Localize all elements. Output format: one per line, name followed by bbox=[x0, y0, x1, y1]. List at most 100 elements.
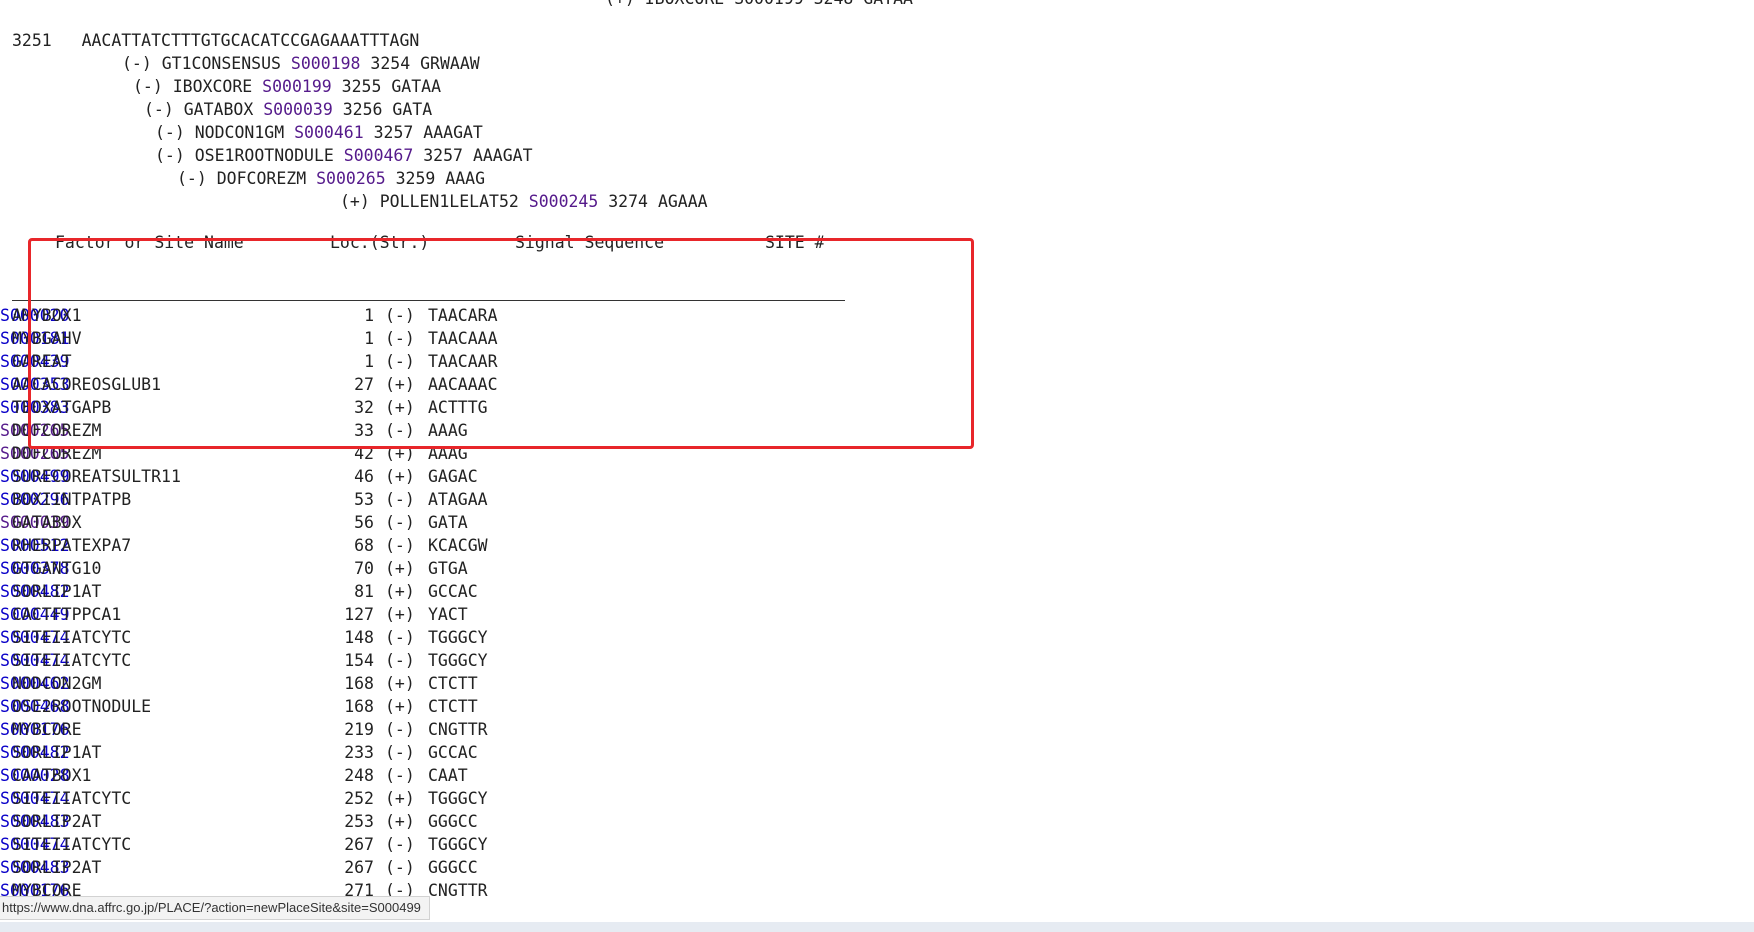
annotation-name: DOFCOREZM bbox=[216, 169, 307, 188]
factor-name: SORLIP1AT bbox=[12, 743, 102, 762]
factor-name: OSE2ROOTNODULE bbox=[12, 697, 152, 716]
factor-name: NODCON2GM bbox=[12, 674, 102, 693]
annotation-name: GT1CONSENSUS bbox=[161, 54, 281, 73]
factor-location: 46 bbox=[354, 467, 374, 486]
annotation-site-link[interactable]: S000199 bbox=[262, 77, 332, 96]
annotation-location: 3255 bbox=[341, 77, 382, 96]
annotation-location: 3259 bbox=[395, 169, 436, 188]
factor-strand: (-) bbox=[385, 628, 415, 647]
factor-strand: (+) bbox=[385, 789, 415, 808]
factor-strand: (+) bbox=[385, 467, 415, 486]
table-row: SORLIP2AT 267 (-) GGGCC S000483 bbox=[0, 858, 900, 878]
status-bar-url: https://www.dna.affrc.go.jp/PLACE/?actio… bbox=[0, 896, 430, 920]
factor-strand: (-) bbox=[385, 720, 415, 739]
factor-location: 56 bbox=[354, 513, 374, 532]
signal-sequence: TGGGCY bbox=[428, 628, 488, 647]
table-row: OSE2ROOTNODULE 168 (+) CTCTT S000468 bbox=[0, 697, 900, 717]
signal-sequence: YACT bbox=[428, 605, 468, 624]
factor-location: 168 bbox=[344, 674, 374, 693]
factor-strand: (-) bbox=[385, 513, 415, 532]
table-row: SORLIP1AT 233 (-) GCCAC S000482 bbox=[0, 743, 900, 763]
factor-strand: (-) bbox=[385, 835, 415, 854]
annotation-sequence: AGAAA bbox=[657, 192, 708, 211]
signal-sequence: TGGGCY bbox=[428, 651, 488, 670]
annotation-strand: (+) bbox=[340, 192, 370, 211]
annotation-strand: (-) bbox=[155, 123, 185, 142]
factor-location: 252 bbox=[344, 789, 374, 808]
table-row: SITEIIATCYTC 154 (-) TGGGCY S000474 bbox=[0, 651, 900, 671]
annotation-sequence: AAAG bbox=[445, 169, 486, 188]
signal-sequence: GATA bbox=[428, 513, 468, 532]
table-row: NODCON2GM 168 (+) CTCTT S000462 bbox=[0, 674, 900, 694]
factor-strand: (-) bbox=[385, 490, 415, 509]
signal-sequence: CAAT bbox=[428, 766, 468, 785]
factor-strand: (+) bbox=[385, 582, 415, 601]
factor-strand: (+) bbox=[385, 559, 415, 578]
table-row: CAATBOX1 248 (-) CAAT S000028 bbox=[0, 766, 900, 786]
factor-location: 168 bbox=[344, 697, 374, 716]
sequence-annotation: (-) IBOXCORE S000199 3255 GATAA bbox=[133, 77, 441, 97]
factor-name: CACTFTPPCA1 bbox=[12, 605, 122, 624]
annotation-name: NODCON1GM bbox=[194, 123, 285, 142]
table-row: BOXIINTPATPB 53 (-) ATAGAA S000296 bbox=[0, 490, 900, 510]
sequence-line: 3251 AACATTATCTTTGTGCACATCCGAGAAATTTAGN bbox=[12, 31, 419, 51]
factor-strand: (-) bbox=[385, 536, 415, 555]
table-row: GATABOX 56 (-) GATA S000039 bbox=[0, 513, 900, 533]
annotation-site-link[interactable]: S000461 bbox=[294, 123, 364, 142]
annotation-site-link[interactable]: S000265 bbox=[316, 169, 386, 188]
annotation-site-link[interactable]: S000198 bbox=[291, 54, 361, 73]
top-cut-line: (+) IBOXCORE S000199 3248 GATAA bbox=[605, 0, 913, 9]
factor-location: 70 bbox=[354, 559, 374, 578]
annotation-location: 3254 bbox=[370, 54, 411, 73]
factor-location: 81 bbox=[354, 582, 374, 601]
table-row: SITEIIATCYTC 148 (-) TGGGCY S000474 bbox=[0, 628, 900, 648]
factor-name: BOXIINTPATPB bbox=[12, 490, 132, 509]
factor-name: SORLIP2AT bbox=[12, 858, 102, 877]
factor-strand: (-) bbox=[385, 651, 415, 670]
sequence-annotation: (-) GT1CONSENSUS S000198 3254 GRWAAW bbox=[122, 54, 480, 74]
table-row: SITEIIATCYTC 252 (+) TGGGCY S000474 bbox=[0, 789, 900, 809]
signal-sequence: GTGA bbox=[428, 559, 468, 578]
factor-location: 148 bbox=[344, 628, 374, 647]
factor-strand: (+) bbox=[385, 812, 415, 831]
signal-sequence: CNGTTR bbox=[428, 881, 488, 900]
annotation-strand: (-) bbox=[144, 100, 174, 119]
signal-sequence: CTCTT bbox=[428, 674, 478, 693]
factor-location: 248 bbox=[344, 766, 374, 785]
annotation-name: GATABOX bbox=[183, 100, 254, 119]
factor-name: CAATBOX1 bbox=[12, 766, 92, 785]
signal-sequence: GCCAC bbox=[428, 743, 478, 762]
annotation-location: 3274 bbox=[608, 192, 648, 211]
factor-name: SITEIIATCYTC bbox=[12, 789, 132, 808]
annotation-site-link[interactable]: S000467 bbox=[344, 146, 414, 165]
annotation-site-link[interactable]: S000245 bbox=[529, 192, 599, 211]
annotation-highlight-box bbox=[28, 238, 974, 449]
annotation-name: IBOXCORE bbox=[172, 77, 253, 96]
sequence-text: AACATTATCTTTGTGCACATCCGAGAAATTTAGN bbox=[81, 31, 420, 50]
annotation-name: POLLEN1LELAT52 bbox=[379, 192, 519, 211]
annotation-sequence: GATAA bbox=[391, 77, 442, 96]
factor-strand: (-) bbox=[385, 766, 415, 785]
annotation-location: 3257 bbox=[423, 146, 463, 165]
annotation-strand: (-) bbox=[133, 77, 163, 96]
factor-name: RHERPATEXPA7 bbox=[12, 536, 132, 555]
table-row: MYBCORE 219 (-) CNGTTR S000176 bbox=[0, 720, 900, 740]
signal-sequence: GGGCC bbox=[428, 812, 478, 831]
factor-name: MYBCORE bbox=[12, 720, 82, 739]
table-row: SURECOREATSULTR11 46 (+) GAGAC S000499 bbox=[0, 467, 900, 487]
sequence-annotation: (-) OSE1ROOTNODULE S000467 3257 AAAGAT bbox=[155, 146, 533, 166]
factor-name: SORLIP2AT bbox=[12, 812, 102, 831]
signal-sequence: ATAGAA bbox=[428, 490, 488, 509]
signal-sequence: GCCAC bbox=[428, 582, 478, 601]
factor-location: 219 bbox=[344, 720, 374, 739]
signal-sequence: CNGTTR bbox=[428, 720, 488, 739]
factor-location: 267 bbox=[344, 835, 374, 854]
annotation-site-link[interactable]: S000039 bbox=[263, 100, 333, 119]
table-row: SORLIP2AT 253 (+) GGGCC S000483 bbox=[0, 812, 900, 832]
signal-sequence: KCACGW bbox=[428, 536, 488, 555]
factor-location: 127 bbox=[344, 605, 374, 624]
factor-name: SORLIP1AT bbox=[12, 582, 102, 601]
sequence-annotation: (-) DOFCOREZM S000265 3259 AAAG bbox=[177, 169, 485, 189]
sequence-position: 3251 bbox=[12, 31, 52, 50]
annotation-sequence: AAAGAT bbox=[423, 123, 483, 142]
